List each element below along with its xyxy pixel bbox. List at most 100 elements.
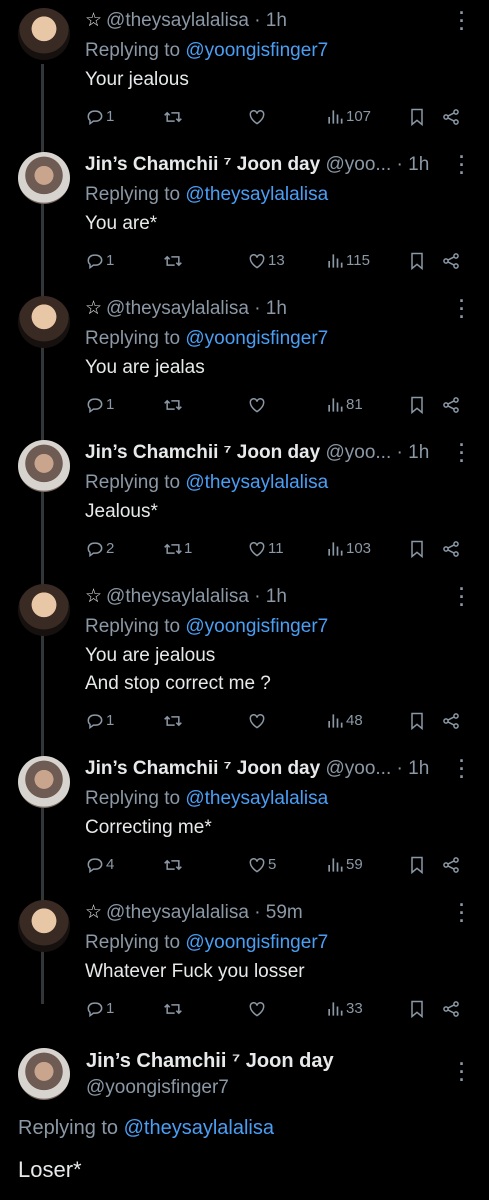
more-options-icon[interactable]: · · ·	[453, 292, 471, 326]
reply-count: 1	[106, 108, 115, 125]
avatar[interactable]	[18, 900, 70, 952]
avatar[interactable]	[18, 1048, 70, 1100]
reply-count: 1	[106, 712, 115, 729]
user-handle[interactable]: @theysaylalalisa	[106, 298, 249, 319]
display-name[interactable]: Jin’s Chamchii ⁷ Joon day	[85, 758, 320, 779]
share-button[interactable]	[441, 104, 461, 130]
share-button[interactable]	[441, 248, 461, 274]
user-handle[interactable]: @theysaylalalisa	[106, 10, 249, 31]
bookmark-button[interactable]	[407, 708, 427, 734]
timestamp[interactable]: · 1h	[397, 154, 430, 175]
user-handle[interactable]: @theysaylalalisa	[106, 902, 249, 923]
views-icon	[328, 714, 343, 728]
views-button[interactable]: 59	[325, 852, 363, 878]
views-button[interactable]: 33	[325, 996, 363, 1022]
mention-link[interactable]: @theysaylalalisa	[124, 1117, 274, 1139]
retweet-button[interactable]	[163, 996, 184, 1022]
reply-count: 4	[106, 856, 115, 873]
reply-button[interactable]: 1	[85, 248, 114, 274]
bookmark-button[interactable]	[407, 996, 427, 1022]
like-button[interactable]: 5	[247, 852, 276, 878]
bookmark-button[interactable]	[407, 248, 427, 274]
retweet-button[interactable]	[163, 392, 184, 418]
avatar[interactable]	[18, 584, 70, 636]
heart-icon	[249, 109, 265, 125]
like-button[interactable]: 13	[247, 248, 285, 274]
timestamp[interactable]: · 1h	[397, 442, 430, 463]
like-button[interactable]: 11	[247, 536, 284, 562]
more-options-icon[interactable]: · · ·	[453, 580, 471, 614]
timestamp[interactable]: · 1h	[397, 758, 430, 779]
like-button[interactable]	[247, 708, 268, 734]
retweet-button[interactable]: 1	[163, 536, 192, 562]
avatar[interactable]	[18, 440, 70, 492]
more-options-icon[interactable]: · · ·	[453, 148, 471, 182]
retweet-button[interactable]	[163, 104, 184, 130]
retweet-button[interactable]	[163, 248, 184, 274]
bookmark-button[interactable]	[407, 392, 427, 418]
bookmark-button[interactable]	[407, 536, 427, 562]
retweet-button[interactable]	[163, 852, 184, 878]
more-options-icon[interactable]: · · ·	[453, 752, 471, 786]
bookmark-button[interactable]	[407, 852, 427, 878]
views-icon	[328, 398, 343, 412]
views-button[interactable]: 115	[325, 248, 370, 274]
like-button[interactable]	[247, 104, 268, 130]
like-button[interactable]	[247, 996, 268, 1022]
share-button[interactable]	[441, 536, 461, 562]
user-handle[interactable]: @theysaylalalisa	[106, 586, 249, 607]
star-icon: ☆	[85, 298, 103, 319]
mention-link[interactable]: @theysaylalalisa	[185, 184, 328, 205]
views-button[interactable]: 48	[325, 708, 363, 734]
reply-button[interactable]: 1	[85, 392, 114, 418]
user-handle[interactable]: @yoo...	[325, 154, 391, 175]
mention-link[interactable]: @yoongisfinger7	[185, 932, 328, 953]
reply-icon	[87, 398, 103, 414]
reply-button[interactable]: 1	[85, 104, 114, 130]
timestamp[interactable]: · 59m	[254, 902, 303, 923]
share-button[interactable]	[441, 852, 461, 878]
reply-button[interactable]: 1	[85, 996, 114, 1022]
mention-link[interactable]: @theysaylalalisa	[185, 472, 328, 493]
share-button[interactable]	[441, 996, 461, 1022]
replying-to: Replying to @yoongisfinger7	[85, 328, 329, 349]
timestamp[interactable]: · 1h	[254, 10, 287, 31]
timestamp[interactable]: · 1h	[254, 298, 287, 319]
reply-button[interactable]: 4	[85, 852, 114, 878]
display-name[interactable]: Jin’s Chamchii ⁷ Joon day	[85, 154, 320, 175]
mention-link[interactable]: @theysaylalalisa	[185, 788, 328, 809]
user-handle[interactable]: @yoongisfinger7	[86, 1077, 229, 1099]
more-options-icon[interactable]: · · ·	[453, 1055, 471, 1089]
avatar[interactable]	[18, 296, 70, 348]
avatar[interactable]	[18, 756, 70, 808]
tweet-header: Jin’s Chamchii ⁷ Joon day @yoo... · 1h	[85, 438, 469, 468]
share-button[interactable]	[441, 708, 461, 734]
views-button[interactable]: 81	[325, 392, 363, 418]
avatar[interactable]	[18, 8, 70, 60]
retweet-icon	[164, 255, 182, 267]
share-icon	[443, 109, 459, 125]
views-button[interactable]: 103	[325, 536, 371, 562]
bookmark-icon	[411, 108, 423, 127]
reply-button[interactable]: 2	[85, 536, 114, 562]
more-options-icon[interactable]: · · ·	[453, 896, 471, 930]
timestamp[interactable]: · 1h	[254, 586, 287, 607]
avatar[interactable]	[18, 152, 70, 204]
more-options-icon[interactable]: · · ·	[453, 436, 471, 470]
bookmark-button[interactable]	[407, 104, 427, 130]
like-button[interactable]	[247, 392, 268, 418]
share-button[interactable]	[441, 392, 461, 418]
display-name[interactable]: Jin’s Chamchii ⁷ Joon day	[85, 442, 320, 463]
heart-icon	[249, 713, 265, 729]
user-handle[interactable]: @yoo...	[325, 758, 391, 779]
mention-link[interactable]: @yoongisfinger7	[185, 616, 328, 637]
user-handle[interactable]: @yoo...	[325, 442, 391, 463]
mention-link[interactable]: @yoongisfinger7	[185, 328, 328, 349]
display-name[interactable]: Jin’s Chamchii ⁷ Joon day	[86, 1050, 334, 1073]
retweet-button[interactable]	[163, 708, 184, 734]
views-button[interactable]: 107	[325, 104, 371, 130]
replying-to: Replying to @theysaylalalisa	[18, 1117, 274, 1139]
mention-link[interactable]: @yoongisfinger7	[185, 40, 328, 61]
more-options-icon[interactable]: · · ·	[453, 4, 471, 38]
reply-button[interactable]: 1	[85, 708, 114, 734]
